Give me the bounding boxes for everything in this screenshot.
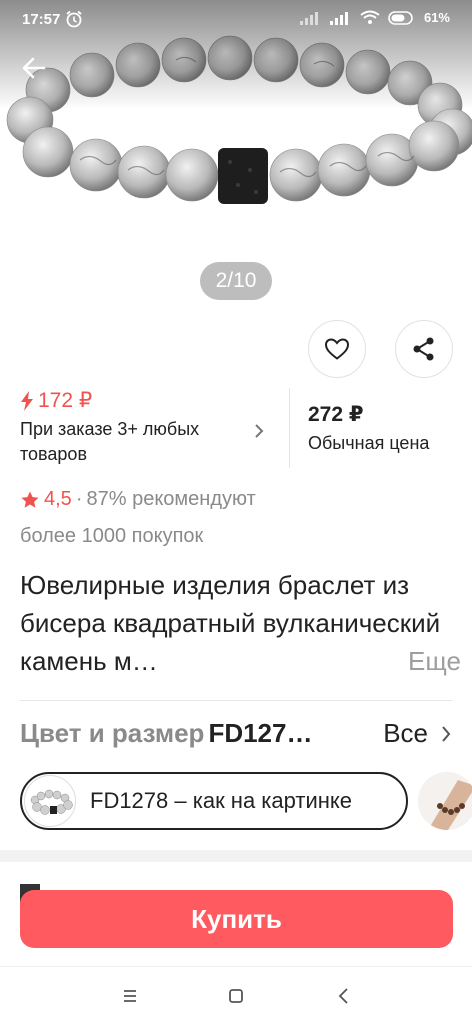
- menu-icon[interactable]: [118, 985, 142, 1007]
- product-gallery[interactable]: 17:57 61% 2/10: [0, 0, 472, 310]
- discount-price-row: 172 ₽: [20, 388, 280, 413]
- buy-button[interactable]: Купить: [20, 890, 453, 948]
- section-gap: [0, 850, 472, 862]
- variant-selector-row[interactable]: Цвет и размер FD127… Все: [20, 718, 452, 754]
- home-icon[interactable]: [224, 985, 248, 1007]
- discount-condition: При заказе 3+ любых товаров: [20, 419, 200, 464]
- variant-chip-selected[interactable]: FD1278 – как на картинке: [20, 772, 408, 830]
- star-icon: [21, 491, 39, 508]
- heart-icon: [324, 338, 350, 360]
- alarm-icon: [66, 10, 82, 28]
- recommend-percent: 87% рекомендуют: [86, 488, 256, 510]
- back-arrow-icon[interactable]: [18, 52, 50, 84]
- bracelet-thumb-image: [30, 789, 73, 815]
- status-time: 17:57: [22, 11, 61, 28]
- chevron-right-icon[interactable]: [253, 422, 265, 440]
- rating-value: 4,5: [44, 488, 72, 510]
- signal-icon: [299, 11, 318, 25]
- product-title-block[interactable]: Ювелирные изделия браслет из бисера квад…: [20, 566, 461, 680]
- system-nav-bar: [0, 966, 472, 1024]
- variant-chip-label: FD1278 – как на картинке: [90, 788, 353, 813]
- battery-icon: [388, 10, 413, 25]
- variant-label: Цвет и размер: [20, 718, 205, 748]
- bracelet-on-wrist-image: [418, 772, 472, 830]
- title-more-link[interactable]: Еще: [388, 642, 461, 680]
- share-button[interactable]: [395, 320, 453, 378]
- share-icon: [413, 337, 434, 361]
- back-icon[interactable]: [332, 985, 356, 1007]
- favorite-button[interactable]: [308, 320, 366, 378]
- battery-percent: 61%: [423, 10, 450, 25]
- variant-value: FD127…: [208, 718, 313, 748]
- regular-price: 272 ₽: [308, 403, 364, 426]
- price-divider: [289, 388, 290, 468]
- lightning-icon: [21, 390, 33, 411]
- discount-price: 172 ₽: [38, 389, 93, 412]
- gallery-pager: 2/10: [200, 262, 272, 300]
- signal-icon-2: [329, 11, 348, 25]
- variant-thumbnail: [24, 775, 76, 827]
- status-bar: 17:57 61%: [0, 0, 472, 40]
- section-divider: [20, 700, 452, 701]
- product-title: Ювелирные изделия браслет из бисера квад…: [20, 570, 441, 676]
- variant-chip-alt[interactable]: [418, 772, 472, 830]
- rating-row[interactable]: 4,5 · 87% рекомендуют: [20, 488, 256, 511]
- bulk-price-offer[interactable]: 172 ₽ При заказе 3+ любых товаров: [20, 388, 280, 478]
- orders-count: более 1000 покупок: [20, 525, 204, 547]
- variant-all-link[interactable]: Все: [383, 718, 428, 749]
- chevron-right-icon: [442, 726, 451, 742]
- wifi-icon: [360, 10, 380, 24]
- rating-separator: ·: [75, 488, 83, 510]
- regular-price-label: Обычная цена: [308, 433, 430, 453]
